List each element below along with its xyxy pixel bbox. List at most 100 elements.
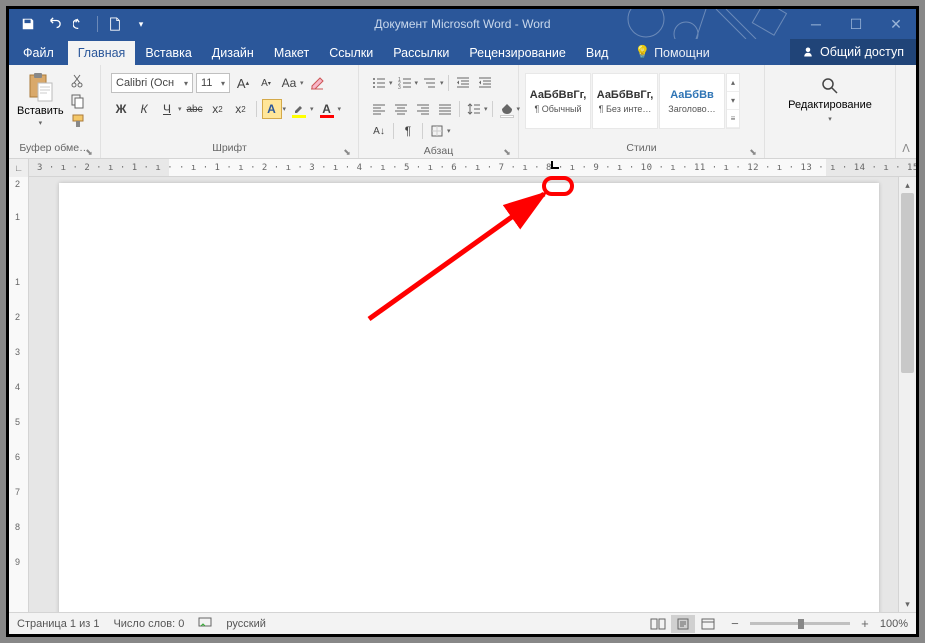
cut-icon[interactable]	[70, 73, 86, 89]
styles-launcher[interactable]: ⬊	[748, 147, 758, 157]
bold-button[interactable]: Ж	[111, 99, 131, 119]
qat-more-button[interactable]: ▾	[130, 13, 152, 35]
annotation-arrow	[349, 179, 569, 329]
ribbon-tabs: Файл Главная Вставка Дизайн Макет Ссылки…	[9, 39, 916, 65]
tab-references[interactable]: Ссылки	[319, 41, 383, 65]
quick-access-toolbar: ▾	[9, 13, 152, 35]
underline-button[interactable]: Ч	[157, 99, 177, 119]
scrollbar-thumb[interactable]	[901, 193, 914, 373]
language-indicator[interactable]: русский	[226, 618, 265, 630]
copy-icon[interactable]	[70, 93, 86, 109]
font-size-combo[interactable]: 11▾	[196, 73, 230, 93]
bullets-button[interactable]	[369, 73, 389, 93]
paragraph-launcher[interactable]: ⬊	[502, 147, 512, 157]
style-preview: АаБбВв	[670, 89, 714, 101]
sort-button[interactable]: A↓	[369, 121, 389, 141]
decrease-indent-button[interactable]	[453, 73, 473, 93]
shading-button[interactable]	[497, 99, 517, 119]
style-preview: АаБбВвГг,	[597, 89, 654, 101]
align-left-button[interactable]	[369, 99, 389, 119]
redo-button[interactable]	[69, 13, 91, 35]
maximize-button[interactable]: ☐	[836, 9, 876, 39]
font-label: Шрифт⬊	[105, 142, 354, 158]
tab-mailings[interactable]: Рассылки	[383, 41, 459, 65]
spellcheck-icon[interactable]	[198, 615, 212, 632]
share-button[interactable]: Общий доступ	[790, 39, 916, 65]
style-name: Заголово…	[668, 104, 715, 114]
print-layout-button[interactable]	[671, 615, 695, 633]
align-center-button[interactable]	[391, 99, 411, 119]
tab-selector[interactable]: ∟	[9, 159, 29, 177]
group-font: Calibri (Осн▾ 11▾ A▴ A▾ Aa▾ Ж К Ч▾ abc x…	[101, 65, 359, 158]
superscript-button[interactable]: x2	[231, 99, 251, 119]
style-nospacing[interactable]: АаБбВвГг, ¶ Без инте…	[592, 73, 658, 129]
clipboard-launcher[interactable]: ⬊	[84, 147, 94, 157]
font-name-combo[interactable]: Calibri (Осн▾	[111, 73, 193, 93]
tab-layout[interactable]: Макет	[264, 41, 319, 65]
tab-stop-marker[interactable]	[551, 161, 559, 169]
title-decoration	[616, 9, 796, 39]
subscript-button[interactable]: x2	[208, 99, 228, 119]
style-normal[interactable]: АаБбВвГг, ¶ Обычный	[525, 73, 591, 129]
strikethrough-button[interactable]: abc	[185, 99, 205, 119]
editing-button[interactable]: Редактирование ▾	[776, 69, 884, 131]
line-spacing-button[interactable]	[464, 99, 484, 119]
window-titlebar: ▾ Документ Microsoft Word - Word ─ ☐ ✕	[9, 9, 916, 39]
show-marks-button[interactable]: ¶	[398, 121, 418, 141]
zoom-slider[interactable]	[750, 622, 850, 625]
close-button[interactable]: ✕	[876, 9, 916, 39]
tell-me-search[interactable]: 💡 Помощни	[626, 40, 717, 65]
vertical-scrollbar[interactable]: ▴ ▾	[898, 177, 916, 612]
bulb-icon: 💡	[634, 45, 650, 60]
web-layout-button[interactable]	[696, 615, 720, 633]
collapse-ribbon-button[interactable]: ᐱ	[896, 65, 916, 158]
window-title: Документ Microsoft Word - Word	[374, 17, 550, 31]
styles-more[interactable]: ▴▾≡	[726, 73, 740, 129]
zoom-in-button[interactable]: +	[858, 616, 872, 631]
borders-button[interactable]	[427, 121, 447, 141]
search-icon	[821, 77, 839, 95]
tab-insert[interactable]: Вставка	[135, 41, 201, 65]
tab-review[interactable]: Рецензирование	[459, 41, 576, 65]
paste-label: Вставить	[17, 105, 64, 117]
multilevel-button[interactable]	[420, 73, 440, 93]
zoom-out-button[interactable]: −	[728, 616, 742, 631]
tab-design[interactable]: Дизайн	[202, 41, 264, 65]
shrink-font-button[interactable]: A▾	[256, 73, 276, 93]
read-mode-button[interactable]	[646, 615, 670, 633]
font-launcher[interactable]: ⬊	[342, 147, 352, 157]
word-count[interactable]: Число слов: 0	[113, 618, 184, 630]
paragraph-label: Абзац⬊	[363, 145, 514, 158]
tell-me-label: Помощни	[654, 46, 710, 60]
status-bar: Страница 1 из 1 Число слов: 0 русский − …	[9, 612, 916, 634]
vertical-ruler[interactable]: 21 12 34 56 78 9	[9, 177, 29, 612]
change-case-button[interactable]: Aa	[279, 73, 299, 93]
group-styles: АаБбВвГг, ¶ Обычный АаБбВвГг, ¶ Без инте…	[519, 65, 765, 158]
highlight-button[interactable]	[289, 99, 309, 119]
grow-font-button[interactable]: A▴	[233, 73, 253, 93]
save-button[interactable]	[17, 13, 39, 35]
increase-indent-button[interactable]	[475, 73, 495, 93]
justify-button[interactable]	[435, 99, 455, 119]
page-indicator[interactable]: Страница 1 из 1	[17, 618, 99, 630]
style-heading1[interactable]: АаБбВв Заголово…	[659, 73, 725, 129]
zoom-level[interactable]: 100%	[880, 618, 908, 630]
clear-format-button[interactable]	[307, 73, 327, 93]
font-color-button[interactable]: A	[317, 99, 337, 119]
tab-view[interactable]: Вид	[576, 41, 619, 65]
new-doc-button[interactable]	[104, 13, 126, 35]
align-right-button[interactable]	[413, 99, 433, 119]
tab-home[interactable]: Главная	[68, 41, 136, 65]
editing-label: Редактирование	[788, 99, 872, 111]
undo-button[interactable]	[43, 13, 65, 35]
numbering-button[interactable]: 123	[395, 73, 415, 93]
tab-file[interactable]: Файл	[9, 41, 68, 65]
styles-label: Стили⬊	[523, 142, 760, 158]
format-painter-icon[interactable]	[70, 113, 86, 129]
ribbon: Вставить ▾ Буфер обме…⬊ Calibri (Осн▾ 11…	[9, 65, 916, 159]
paste-button[interactable]: Вставить ▾	[13, 69, 68, 129]
minimize-button[interactable]: ─	[796, 9, 836, 39]
italic-button[interactable]: К	[134, 99, 154, 119]
horizontal-ruler[interactable]: ∟ 3 · ı · 2 · ı · 1 · ı · · ı · 1 · ı · …	[9, 159, 916, 177]
text-effects-button[interactable]: A	[262, 99, 282, 119]
